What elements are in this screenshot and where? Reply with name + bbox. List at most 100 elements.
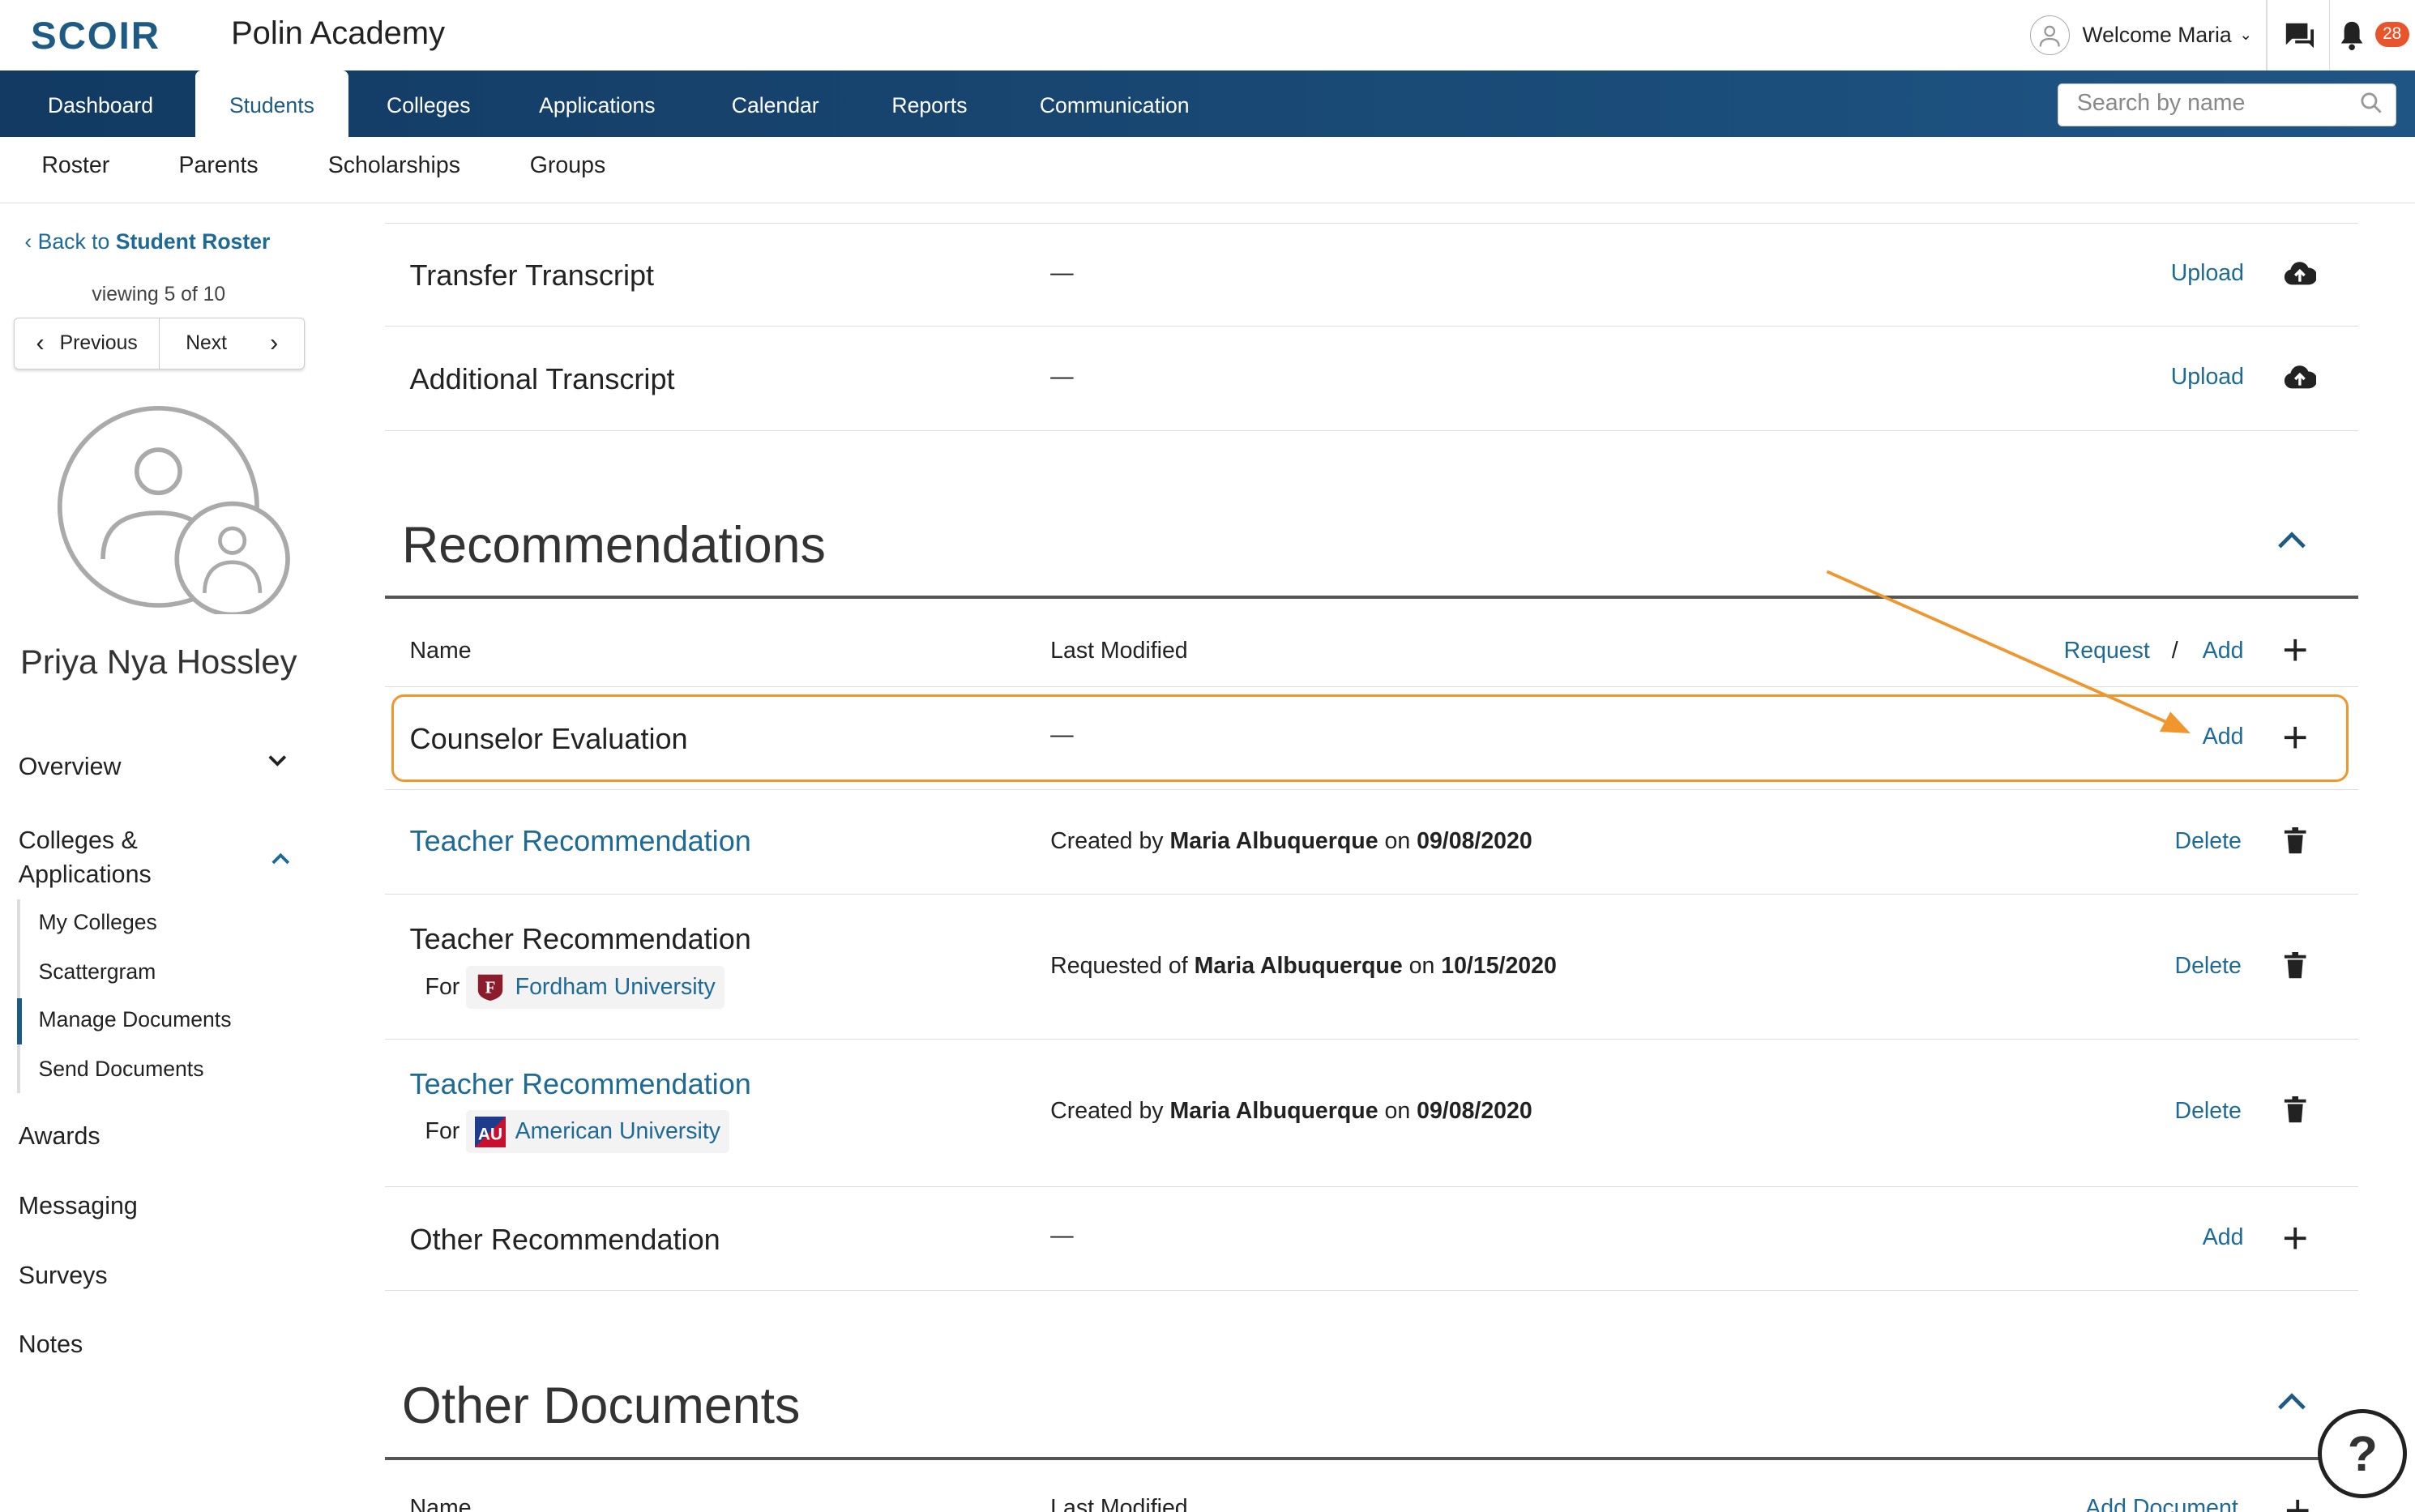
college-chip[interactable]: AU American University bbox=[465, 1110, 730, 1154]
row-title-link[interactable]: Teacher Recommendation bbox=[410, 824, 751, 858]
table-row: Teacher Recommendation Created by Maria … bbox=[385, 790, 2358, 895]
user-avatar-icon bbox=[2029, 15, 2071, 56]
modified-on: on bbox=[1384, 828, 1411, 855]
trash-icon[interactable] bbox=[2283, 826, 2314, 858]
next-label: Next bbox=[186, 331, 227, 354]
sidebar-item-notes[interactable]: Notes bbox=[19, 1330, 83, 1359]
chevron-up-icon[interactable] bbox=[270, 847, 292, 875]
modified-person: Maria Albuquerque bbox=[1169, 828, 1378, 855]
previous-label: Previous bbox=[59, 331, 138, 354]
american-university-logo-icon: AU bbox=[475, 1116, 507, 1147]
cloud-upload-icon[interactable] bbox=[2283, 364, 2317, 395]
viewing-count: viewing 5 of 10 bbox=[92, 283, 226, 305]
previous-button[interactable]: ‹ Previous bbox=[15, 318, 160, 369]
delete-button[interactable]: Delete bbox=[2175, 953, 2242, 980]
chevron-up-icon[interactable] bbox=[2276, 528, 2307, 557]
annotation-arrow bbox=[1818, 562, 2203, 754]
modified-on: on bbox=[1384, 1098, 1411, 1125]
delete-button[interactable]: Delete bbox=[2175, 828, 2242, 855]
section-divider bbox=[385, 1456, 2358, 1460]
sidebar-item-overview[interactable]: Overview bbox=[19, 753, 122, 781]
sidebar-item-colleges-applications[interactable]: Colleges & Applications bbox=[19, 824, 152, 892]
back-prefix: Back to bbox=[37, 229, 110, 254]
chat-icon[interactable] bbox=[2283, 20, 2317, 58]
trash-icon[interactable] bbox=[2283, 951, 2314, 983]
modified-on: on bbox=[1408, 953, 1435, 980]
cloud-upload-icon[interactable] bbox=[2283, 260, 2317, 291]
sidebar-item-awards[interactable]: Awards bbox=[19, 1122, 100, 1151]
sidebar-item-send-documents[interactable]: Send Documents bbox=[39, 1057, 204, 1082]
divider bbox=[2265, 0, 2268, 71]
modified-person: Maria Albuquerque bbox=[1194, 953, 1403, 980]
plus-icon[interactable] bbox=[2285, 1498, 2310, 1512]
student-name: Priya Nya Hossley bbox=[20, 642, 297, 681]
welcome-text: Welcome Maria bbox=[2082, 23, 2232, 48]
sidebar-item-manage-documents[interactable]: Manage Documents bbox=[39, 1007, 232, 1032]
row-modified: Created by Maria Albuquerque on 09/08/20… bbox=[1050, 1098, 1532, 1125]
table-row: Additional Transcript — Upload bbox=[385, 327, 2358, 432]
chevron-up-icon[interactable] bbox=[2276, 1389, 2307, 1417]
back-to-roster-link[interactable]: ‹ Back to Student Roster bbox=[24, 229, 270, 254]
bell-icon[interactable] bbox=[2338, 20, 2366, 58]
upload-button[interactable]: Upload bbox=[2156, 260, 2244, 287]
chevron-right-icon: › bbox=[270, 329, 279, 357]
notification-badge[interactable]: 28 bbox=[2374, 21, 2409, 48]
trash-icon[interactable] bbox=[2283, 1096, 2314, 1127]
row-title-link[interactable]: Teacher Recommendation bbox=[410, 1067, 751, 1101]
section-title-recommendations: Recommendations bbox=[402, 516, 826, 574]
modified-date: 09/08/2020 bbox=[1417, 828, 1532, 855]
welcome-menu[interactable]: Welcome Maria ⌄ bbox=[2029, 0, 2253, 70]
subnav-scholarships[interactable]: Scholarships bbox=[328, 152, 460, 179]
search-placeholder: Search by name bbox=[2076, 90, 2246, 117]
row-modified: — bbox=[1050, 1222, 1074, 1249]
sidebar-item-scattergram[interactable]: Scattergram bbox=[39, 959, 156, 985]
college-chip[interactable]: F Fordham University bbox=[465, 965, 725, 1009]
section-title-other-documents: Other Documents bbox=[402, 1377, 801, 1435]
divider bbox=[2328, 0, 2331, 71]
tab-communication[interactable]: Communication bbox=[1040, 70, 1190, 137]
tab-applications[interactable]: Applications bbox=[539, 70, 655, 137]
upload-button[interactable]: Upload bbox=[2156, 364, 2244, 391]
chevron-down-icon[interactable] bbox=[267, 750, 289, 779]
svg-text:F: F bbox=[485, 978, 496, 997]
modified-person: Maria Albuquerque bbox=[1169, 1098, 1378, 1125]
submenu-active-indicator bbox=[16, 997, 22, 1044]
modified-prefix: Created by bbox=[1050, 828, 1164, 855]
row-title: Additional Transcript bbox=[409, 361, 675, 395]
next-button[interactable]: Next › bbox=[160, 318, 304, 369]
table-row: Teacher Recommendation For F Fordham Uni… bbox=[385, 895, 2358, 1040]
tab-colleges[interactable]: Colleges bbox=[387, 70, 470, 137]
add-link[interactable]: Add bbox=[2203, 638, 2244, 664]
tab-dashboard[interactable]: Dashboard bbox=[48, 70, 153, 137]
sidebar-item-my-colleges[interactable]: My Colleges bbox=[39, 910, 157, 935]
school-name: Polin Academy bbox=[231, 15, 446, 51]
subnav-groups[interactable]: Groups bbox=[530, 152, 605, 179]
help-button[interactable]: ? bbox=[2318, 1408, 2408, 1499]
colleges-apps-label-line1: Colleges & bbox=[18, 826, 138, 854]
scoir-logo[interactable]: SCOIR bbox=[31, 14, 160, 58]
fordham-logo-icon: F bbox=[475, 972, 506, 1002]
delete-button[interactable]: Delete bbox=[2175, 1098, 2242, 1125]
sidebar-item-surveys[interactable]: Surveys bbox=[19, 1262, 108, 1290]
plus-icon[interactable] bbox=[2283, 1226, 2314, 1257]
subnav-roster[interactable]: Roster bbox=[41, 152, 109, 179]
sidebar-item-messaging[interactable]: Messaging bbox=[19, 1192, 138, 1220]
tab-reports[interactable]: Reports bbox=[891, 70, 967, 137]
add-button[interactable]: Add bbox=[2203, 1224, 2244, 1251]
search-input[interactable]: Search by name bbox=[2058, 83, 2397, 126]
tab-students[interactable]: Students bbox=[195, 70, 348, 138]
modified-prefix: Requested of bbox=[1050, 953, 1188, 980]
pager: ‹ Previous Next › bbox=[14, 317, 306, 370]
table-row: Teacher Recommendation For AU American U… bbox=[385, 1040, 2358, 1188]
subnav-parents[interactable]: Parents bbox=[178, 152, 258, 179]
plus-icon[interactable] bbox=[2283, 638, 2314, 668]
for-label: For bbox=[425, 973, 460, 1000]
tab-calendar[interactable]: Calendar bbox=[732, 70, 819, 137]
chevron-left-icon: ‹ bbox=[24, 229, 32, 254]
colleges-apps-label-line2: Applications bbox=[18, 860, 152, 888]
modified-date: 09/08/2020 bbox=[1417, 1098, 1532, 1125]
modified-date: 10/15/2020 bbox=[1441, 953, 1557, 980]
add-document-link[interactable]: Add Document bbox=[2085, 1495, 2238, 1512]
chevron-down-icon: ⌄ bbox=[2239, 27, 2253, 45]
submenu-rail bbox=[16, 899, 20, 1094]
